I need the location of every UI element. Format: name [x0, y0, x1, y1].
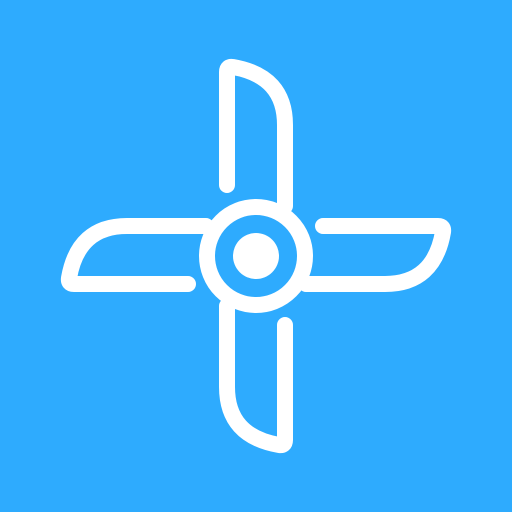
app-icon	[0, 0, 512, 512]
propeller-fan-icon	[0, 0, 512, 512]
hub-center-dot	[233, 233, 279, 279]
